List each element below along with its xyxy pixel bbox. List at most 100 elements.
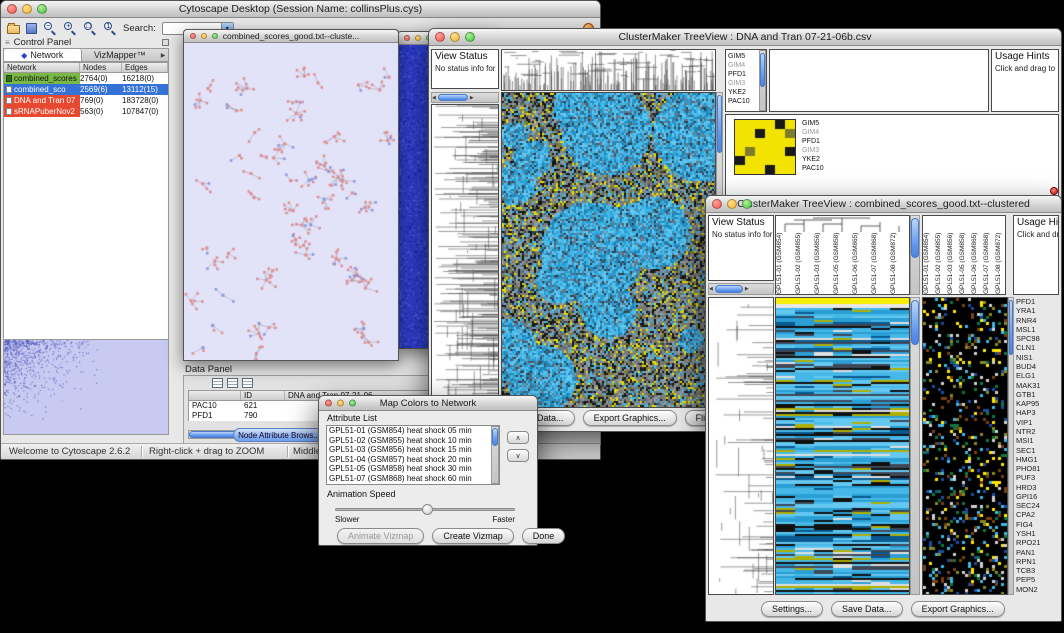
treeview-button[interactable]: Save Data...: [831, 601, 903, 617]
tv2-vscrollbar[interactable]: [910, 297, 920, 595]
gene-label[interactable]: NIS1: [1016, 353, 1061, 362]
gene-label[interactable]: RNR4: [1016, 316, 1061, 325]
network-canvas[interactable]: [184, 43, 398, 360]
scrollbar-thumb[interactable]: [1009, 300, 1013, 355]
gene-label[interactable]: GIM3: [802, 146, 842, 155]
close-button[interactable]: [712, 199, 722, 209]
minimize-button[interactable]: [415, 35, 421, 41]
attribute-item[interactable]: GPL51-04 (GSM857) heat shock 20 min: [327, 455, 491, 465]
scrollbar-thumb[interactable]: [717, 95, 722, 153]
minimize-button[interactable]: [22, 4, 32, 14]
tv2-rowdendro[interactable]: [709, 298, 773, 594]
scroll-left-icon[interactable]: ◀: [432, 95, 436, 101]
map-colors-titlebar[interactable]: Map Colors to Network: [319, 396, 537, 411]
tv1-coldendro[interactable]: [502, 50, 715, 90]
gene-label[interactable]: YKE2: [802, 155, 842, 164]
zoom-in-icon[interactable]: +: [63, 21, 77, 35]
map-colors-dialog[interactable]: Map Colors to Network Attribute List GPL…: [318, 395, 538, 546]
column-label[interactable]: GPL51-01 (GSM854): [923, 232, 935, 294]
scrollbar-thumb[interactable]: [911, 218, 919, 258]
gene-label[interactable]: MON2: [1016, 585, 1061, 594]
gene-label[interactable]: PEP5: [1016, 575, 1061, 584]
zoom-out-icon[interactable]: −: [43, 21, 57, 35]
tv2-coldendro[interactable]: [776, 216, 909, 232]
animation-speed-slider[interactable]: [335, 508, 515, 511]
network-row[interactable]: sRNAPuberNov2 563(0) 107847(0): [4, 106, 168, 117]
attribute-item[interactable]: GPL51-03 (GSM856) heat shock 15 min: [327, 445, 491, 455]
cytoscape-titlebar[interactable]: Cytoscape Desktop (Session Name: collins…: [1, 1, 600, 18]
slider-thumb[interactable]: [422, 504, 433, 515]
column-label[interactable]: GPL51-05 (GSM858): [959, 232, 971, 294]
gene-label[interactable]: HMG1: [1016, 455, 1061, 464]
gene-label[interactable]: NTR2: [1016, 427, 1061, 436]
scroll-right-icon[interactable]: ▶: [470, 95, 474, 101]
tv2-zoom-vscrollbar[interactable]: [1008, 297, 1014, 595]
tab-vizmapper[interactable]: VizMapper™: [82, 49, 159, 61]
zoom-actual-icon[interactable]: 1: [103, 21, 117, 35]
gene-label[interactable]: BUD4: [1016, 362, 1061, 371]
tv2-zoom-heatmap-panel[interactable]: [922, 297, 1008, 595]
scroll-left-icon[interactable]: ◀: [709, 286, 713, 292]
tv2-vscrollbar-top[interactable]: [910, 215, 920, 295]
scrollbar-thumb[interactable]: [760, 53, 765, 87]
tv1-hscrollbar[interactable]: ◀ ▶: [431, 92, 499, 103]
network-view-window[interactable]: combined_scores_good.txt--cluste...: [183, 29, 399, 361]
gene-label[interactable]: PAC10: [728, 97, 760, 106]
gene-label[interactable]: HAP3: [1016, 408, 1061, 417]
tv2-zoom[interactable]: [923, 298, 1007, 594]
minimize-button[interactable]: [450, 32, 460, 42]
attribute-select-icon[interactable]: [227, 378, 238, 388]
network-row[interactable]: combined_sco 2569(6) 13112(15): [4, 84, 168, 95]
scrollbar-thumb[interactable]: [911, 300, 919, 345]
column-label[interactable]: GPL51-03 (GSM856): [814, 232, 833, 294]
gene-label[interactable]: SEC24: [1016, 501, 1061, 510]
attribute-item[interactable]: GPL51-07 (GSM868) heat shock 60 min: [327, 474, 491, 484]
treeview-button[interactable]: Export Graphics...: [911, 601, 1005, 617]
gene-label[interactable]: YRA1: [1016, 306, 1061, 315]
column-label[interactable]: GPL51-02 (GSM855): [795, 232, 814, 294]
zoom-fit-icon[interactable]: □: [83, 21, 97, 35]
gene-label[interactable]: MSL1: [1016, 325, 1061, 334]
gene-label[interactable]: YSH1: [1016, 529, 1061, 538]
gene-label[interactable]: HRD3: [1016, 483, 1061, 492]
gene-label[interactable]: MSI1: [1016, 436, 1061, 445]
float-panel-icon[interactable]: [162, 39, 169, 46]
attribute-item[interactable]: GPL51-02 (GSM855) heat shock 10 min: [327, 436, 491, 446]
network-row[interactable]: combined_scores 2764(0) 16218(0): [4, 73, 168, 84]
treeview-button[interactable]: Settings...: [761, 601, 823, 617]
network-row[interactable]: DNA and Tran 07 769(0) 183728(0): [4, 95, 168, 106]
attribute-item[interactable]: GPL51-05 (GSM858) heat shock 30 min: [327, 464, 491, 474]
dialog-button[interactable]: Create Vizmap: [432, 528, 513, 544]
tv1-column-dendrogram[interactable]: [501, 49, 716, 91]
zoom-button[interactable]: [742, 199, 752, 209]
dialog-button[interactable]: Done: [522, 528, 566, 544]
gene-label[interactable]: TCB3: [1016, 566, 1061, 575]
treeview2-titlebar[interactable]: ClusterMaker TreeView : combined_scores_…: [706, 196, 1061, 213]
tv1-heatmap-panel[interactable]: [501, 92, 716, 408]
tab-network[interactable]: ◆ Network: [4, 49, 82, 61]
tv2-heatmap-panel[interactable]: [775, 297, 910, 595]
column-label[interactable]: GPL51-07 (GSM868): [871, 232, 890, 294]
gene-label[interactable]: PFD1: [728, 70, 760, 79]
gene-label[interactable]: SEC1: [1016, 446, 1061, 455]
gene-label[interactable]: RPN1: [1016, 557, 1061, 566]
gene-label[interactable]: GIM3: [728, 79, 760, 88]
overview-canvas[interactable]: [4, 340, 168, 434]
tv1-heatmap[interactable]: [502, 93, 715, 407]
tv1-row-dendrogram[interactable]: [431, 104, 499, 408]
gene-label[interactable]: CLN1: [1016, 343, 1061, 352]
save-session-icon[interactable]: [26, 23, 37, 34]
zoom-button[interactable]: [212, 33, 218, 39]
minimize-button[interactable]: [337, 400, 344, 407]
close-button[interactable]: [190, 33, 196, 39]
treeview2-window[interactable]: ClusterMaker TreeView : combined_scores_…: [705, 195, 1062, 622]
move-up-button[interactable]: ∧: [507, 431, 529, 444]
gene-label[interactable]: PAC10: [802, 164, 842, 173]
gene-label[interactable]: YKE2: [728, 88, 760, 97]
dialog-button[interactable]: Animate Vizmap: [337, 528, 424, 544]
network-view-titlebar[interactable]: combined_scores_good.txt--cluste...: [184, 30, 398, 43]
column-label[interactable]: GPL51-05 (GSM858): [833, 232, 852, 294]
gene-label[interactable]: PFD1: [1016, 297, 1061, 306]
node-attribute-browser-button[interactable]: Node Attribute Brows...: [233, 428, 325, 442]
minimize-button[interactable]: [201, 33, 207, 39]
